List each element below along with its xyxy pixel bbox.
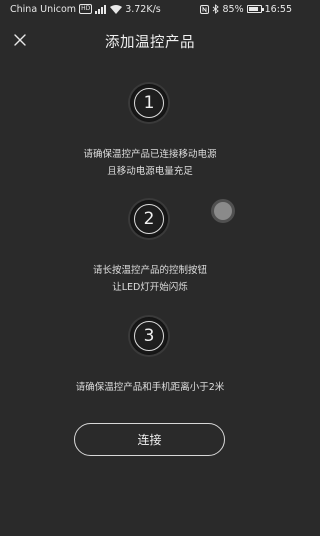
network-speed: 3.72K/s [125,3,161,15]
battery-fill [248,7,258,11]
step-3-badge: 3 [130,317,168,355]
step-3-line-1: 请确保温控产品和手机距离小于2米 [75,382,225,393]
step-1-line-1: 请确保温控产品已连接移动电源 [83,149,217,160]
step-2-line-2: 让LED灯开始闪烁 [112,282,188,293]
status-bar-right: 85% 16:55 [200,4,292,15]
step-1-line-2: 且移动电源电量充足 [107,166,193,177]
carrier-name: China Unicom [10,3,77,15]
step-2-number: 2 [143,209,155,229]
connect-button[interactable]: 连接 [74,423,225,456]
battery-cap [261,8,264,11]
step-2-badge: 2 [130,200,168,238]
step-3-number: 3 [143,326,155,346]
clock: 16:55 [264,3,292,15]
header: 添加温控产品 [0,28,300,52]
status-bar-left: China Unicom HD 3.72K/s [10,4,161,15]
battery-icon [246,5,264,13]
battery-percent: 85% [222,3,244,15]
step-1-text: 请确保温控产品已连接移动电源 且移动电源电量充足 [0,146,300,180]
signal-icon [95,4,107,14]
status-bar: China Unicom HD 3.72K/s 85% 16:55 [0,0,300,18]
step-2-text: 请长按温控产品的控制按钮 让LED灯开始闪烁 [0,262,300,296]
hd-badge: HD [79,4,93,14]
assistive-touch-button[interactable] [214,202,232,220]
wifi-icon [110,4,123,14]
step-1-number: 1 [143,93,155,113]
bluetooth-icon [212,4,220,14]
nfc-icon [200,4,210,14]
step-1-badge: 1 [130,84,168,122]
step-3-text: 请确保温控产品和手机距离小于2米 [0,379,300,396]
step-2-line-1: 请长按温控产品的控制按钮 [92,265,207,276]
page-title: 添加温控产品 [105,35,195,51]
